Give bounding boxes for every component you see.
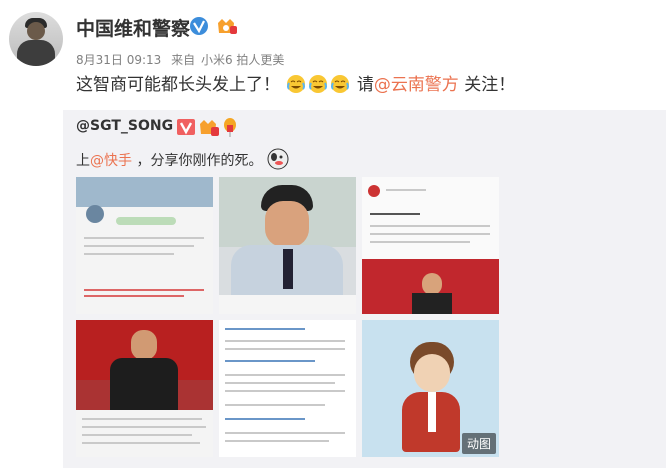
- gif-badge: 动图: [461, 433, 496, 454]
- thumbnail-image[interactable]: [219, 320, 356, 457]
- author-name[interactable]: 中国维和警察: [76, 14, 190, 41]
- post-text-mid: 请: [356, 75, 374, 95]
- verified-icon[interactable]: [189, 16, 209, 36]
- laugh-cry-emoji-icon: [287, 75, 306, 93]
- laugh-cry-emoji-icon: [331, 75, 350, 93]
- avatar-head: [27, 22, 45, 40]
- repost-text-after: ，分享你刚作的死。: [132, 153, 263, 169]
- thumbnail-image[interactable]: 动图: [362, 320, 499, 457]
- balloon-icon[interactable]: [222, 118, 238, 137]
- thumbnail-image[interactable]: [219, 177, 356, 314]
- post-text-before: 这智商可能都长头发上了！: [76, 75, 280, 95]
- member-level-icon[interactable]: [199, 119, 219, 136]
- avatar-body: [17, 40, 55, 66]
- thumbnail-image[interactable]: [76, 320, 213, 457]
- source-prefix: 来自: [171, 53, 196, 67]
- member-level-icon[interactable]: [216, 17, 237, 35]
- repost-author[interactable]: @SGT_SONG: [76, 118, 173, 134]
- mention-link[interactable]: @快手: [90, 153, 132, 169]
- repost-container[interactable]: @SGT_SONG 上@快手 ，分享你刚作的死。 动图: [63, 110, 666, 468]
- post-content: 这智商可能都长头发上了！ 请@云南警方 关注！: [76, 70, 515, 95]
- thumbnail-image[interactable]: [76, 177, 213, 314]
- dog-emoji-icon: [267, 148, 289, 170]
- thumbnail-image[interactable]: [362, 177, 499, 314]
- post-source[interactable]: 小米6 拍人更美: [201, 53, 284, 67]
- mention-link[interactable]: @云南警方: [374, 75, 459, 95]
- repost-text: 上@快手 ，分享你刚作的死。: [76, 147, 290, 171]
- repost-text-prefix: 上: [76, 153, 90, 169]
- verified-icon[interactable]: [177, 119, 195, 135]
- author-avatar[interactable]: [9, 12, 63, 66]
- post-text-after: 关注！: [458, 75, 516, 95]
- post-meta: 8月31日 09:13 来自 小米6 拍人更美: [76, 51, 290, 68]
- laugh-cry-emoji-icon: [309, 75, 328, 93]
- post-time[interactable]: 8月31日 09:13: [76, 53, 161, 67]
